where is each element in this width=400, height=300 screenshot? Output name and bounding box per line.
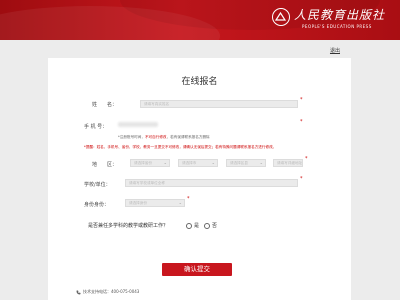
radio-yes-label: 是 (194, 223, 200, 229)
publisher-emblem-icon (272, 8, 290, 26)
school-label: 学校/单位： (84, 182, 111, 188)
notice-text: *提醒：姓名、手机号、省份、学校、教务一旦提交不可修改，请确认无误后提交；若有特… (84, 145, 277, 149)
phone-value (118, 122, 158, 127)
chevron-down-icon: ⌄ (211, 160, 215, 165)
phone-label: 手 机 号： (84, 124, 108, 130)
logout-link[interactable]: 退出 (330, 47, 340, 54)
region-label: 地 区： (92, 162, 118, 168)
submit-button[interactable]: 确认提交 (162, 263, 232, 276)
header-banner: 人民教育出版社 PEOPLE'S EDUCATION PRESS (0, 0, 400, 40)
required-mark: * (300, 119, 303, 125)
radio-yes[interactable] (186, 223, 192, 229)
name-input[interactable]: 请填写真实姓名 (140, 100, 298, 108)
chevron-down-icon: ⌄ (178, 200, 182, 205)
radio-no-label: 否 (212, 223, 218, 229)
support-phone: 技术支持电话：400-075-0043 (76, 289, 139, 295)
school-input[interactable]: 请填写学校或单位全称 (125, 179, 298, 187)
phone-hint: *注册账号时间，不可自行修改，若有误请联系报名方删除 (118, 135, 210, 139)
registration-form: 在线报名 姓 名： 请填写真实姓名 * 手 机 号： * *注册账号时间，不可自… (48, 58, 351, 300)
district-select[interactable]: 请选择区县 ⌄ (226, 159, 266, 167)
page-title: 在线报名 (181, 77, 218, 87)
chevron-down-icon: ⌄ (259, 160, 263, 165)
address-input[interactable]: 请填写详细地址 (273, 159, 303, 167)
identity-label: 身份身份： (84, 202, 110, 208)
city-select[interactable]: 请选择市 ⌄ (178, 159, 218, 167)
required-mark: * (305, 156, 308, 162)
required-mark: * (300, 176, 303, 182)
name-label: 姓 名： (92, 102, 118, 108)
multi-subject-question: 是否兼任多学科的教学或教研工作？ (88, 223, 169, 229)
radio-no[interactable] (204, 223, 210, 229)
logo-text-cn: 人民教育出版社 (294, 8, 386, 22)
required-mark: * (300, 97, 303, 103)
chevron-down-icon: ⌄ (163, 160, 167, 165)
phone-icon (76, 290, 81, 294)
required-mark: * (187, 196, 190, 202)
identity-select[interactable]: 请选择身份 ⌄ (125, 199, 185, 207)
logo-text-en: PEOPLE'S EDUCATION PRESS (302, 24, 372, 29)
province-select[interactable]: 请选择省份 ⌄ (130, 159, 170, 167)
publisher-logo[interactable]: 人民教育出版社 PEOPLE'S EDUCATION PRESS (272, 5, 392, 35)
